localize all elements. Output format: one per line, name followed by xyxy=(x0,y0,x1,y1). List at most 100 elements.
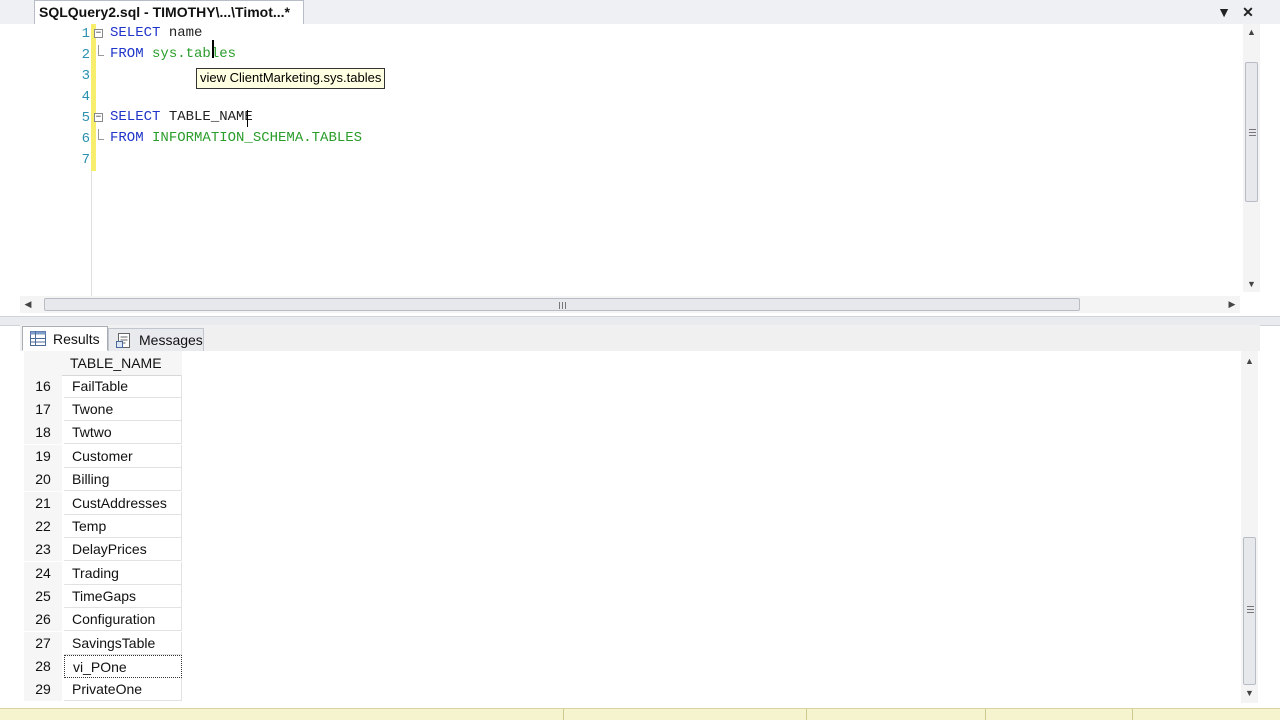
row-number[interactable]: 19 xyxy=(24,445,62,468)
grid-icon xyxy=(30,331,46,346)
row-number[interactable]: 16 xyxy=(24,375,62,398)
line-number: 7 xyxy=(81,152,90,168)
table-cell[interactable]: Temp xyxy=(64,515,182,538)
change-marker xyxy=(91,45,96,66)
table-row[interactable]: 18 Twtwo xyxy=(24,421,182,444)
row-number[interactable]: 27 xyxy=(24,632,62,655)
scroll-left-icon[interactable]: ◀ xyxy=(20,296,36,313)
scroll-thumb[interactable] xyxy=(1243,537,1256,685)
status-divider xyxy=(1132,709,1133,720)
messages-icon xyxy=(116,333,130,348)
column-header-label: TABLE_NAME xyxy=(70,355,162,371)
table-row[interactable]: 27 SavingsTable xyxy=(24,632,182,655)
table-cell-selected[interactable]: vi_POne xyxy=(64,655,182,678)
row-number[interactable]: 24 xyxy=(24,562,62,585)
table-row[interactable]: 25 TimeGaps xyxy=(24,585,182,608)
status-divider xyxy=(806,709,807,720)
table-cell[interactable]: SavingsTable xyxy=(64,632,182,655)
close-icon[interactable]: ✕ xyxy=(1238,2,1258,22)
tab-list-dropdown-icon[interactable]: ▼ xyxy=(1214,2,1234,22)
code-line: 2 FROM sys.tables xyxy=(0,45,1240,66)
row-number[interactable]: 17 xyxy=(24,398,62,421)
grip-line xyxy=(1249,129,1256,130)
column-header[interactable]: TABLE_NAME xyxy=(24,351,182,376)
fold-guide xyxy=(98,45,99,55)
tab-label: Messages xyxy=(139,332,203,348)
row-number[interactable]: 18 xyxy=(24,421,62,444)
results-vertical-scrollbar[interactable]: ▲ ▼ xyxy=(1241,351,1258,703)
code-line: 6 FROM INFORMATION_SCHEMA.TABLES xyxy=(0,129,1240,150)
scroll-thumb[interactable] xyxy=(1245,62,1258,202)
table-row[interactable]: 26 Configuration xyxy=(24,608,182,631)
table-row[interactable]: 17 Twone xyxy=(24,398,182,421)
row-number[interactable]: 20 xyxy=(24,468,62,491)
results-grid[interactable]: TABLE_NAME 16 FailTable 17 Twone 18 Twtw… xyxy=(20,351,1260,703)
table-cell[interactable]: CustAddresses xyxy=(64,492,182,515)
table-row[interactable]: 22 Temp xyxy=(24,515,182,538)
collapse-icon[interactable]: − xyxy=(94,113,103,122)
sql-keyword: SELECT xyxy=(110,109,161,125)
results-tab-strip: Results Messages xyxy=(20,325,1260,352)
table-row[interactable]: 28 vi_POne xyxy=(24,655,182,678)
table-row[interactable]: 20 Billing xyxy=(24,468,182,491)
status-divider xyxy=(985,709,986,720)
tab-results[interactable]: Results xyxy=(22,326,108,351)
table-row[interactable]: 29 PrivateOne xyxy=(24,678,182,701)
object-tooltip: view ClientMarketing.sys.tables xyxy=(196,68,386,89)
table-row[interactable]: 19 Customer xyxy=(24,445,182,468)
table-cell[interactable]: TimeGaps xyxy=(64,585,182,608)
table-cell[interactable]: DelayPrices xyxy=(64,538,182,561)
row-number[interactable]: 23 xyxy=(24,538,62,561)
table-cell[interactable]: Customer xyxy=(64,445,182,468)
sql-system-object: INFORMATION_SCHEMA.TABLES xyxy=(143,130,363,146)
table-row[interactable]: 23 DelayPrices xyxy=(24,538,182,561)
row-number[interactable]: 22 xyxy=(24,515,62,538)
editor-horizontal-scrollbar[interactable]: ◀ ▶ xyxy=(20,296,1240,313)
row-number[interactable]: 26 xyxy=(24,608,62,631)
scroll-up-icon[interactable]: ▲ xyxy=(1243,24,1260,40)
scroll-thumb[interactable] xyxy=(44,298,1080,311)
table-cell[interactable]: Twtwo xyxy=(64,421,182,444)
sql-keyword: FROM xyxy=(110,130,144,146)
document-tab-strip: SQLQuery2.sql - TIMOTHY\...\Timot...* ▼ … xyxy=(0,0,1280,25)
scroll-down-icon[interactable]: ▼ xyxy=(1241,685,1258,701)
table-cell[interactable]: FailTable xyxy=(64,375,182,398)
table-cell[interactable]: Twone xyxy=(64,398,182,421)
row-number[interactable]: 29 xyxy=(24,678,62,701)
row-number[interactable]: 28 xyxy=(24,655,62,678)
scroll-up-icon[interactable]: ▲ xyxy=(1241,353,1258,369)
document-tab-title: SQLQuery2.sql - TIMOTHY\...\Timot...* xyxy=(39,4,290,20)
mouse-ibeam-cursor-icon xyxy=(212,40,214,58)
change-marker xyxy=(91,87,96,108)
scroll-right-icon[interactable]: ▶ xyxy=(1224,296,1240,313)
table-cell[interactable]: Trading xyxy=(64,562,182,585)
table-row[interactable]: 16 FailTable xyxy=(24,375,182,398)
table-row[interactable]: 24 Trading xyxy=(24,562,182,585)
code-text: SELECT TABLE_NAME xyxy=(110,109,253,125)
query-editor[interactable]: 1 − SELECT name 2 FROM sys.tables 3 4 5 … xyxy=(0,24,1280,316)
editor-vertical-scrollbar[interactable]: ▲ ▼ xyxy=(1243,24,1260,292)
change-marker xyxy=(91,150,96,171)
line-number: 1 xyxy=(81,26,90,42)
table-row[interactable]: 21 CustAddresses xyxy=(24,492,182,515)
table-cell[interactable]: PrivateOne xyxy=(64,678,182,701)
scroll-down-icon[interactable]: ▼ xyxy=(1243,276,1260,292)
row-number[interactable]: 21 xyxy=(24,492,62,515)
tab-messages[interactable]: Messages xyxy=(108,328,204,351)
ssms-query-window: SQLQuery2.sql - TIMOTHY\...\Timot...* ▼ … xyxy=(0,0,1280,720)
code-line: 5 − SELECT TABLE_NAME xyxy=(0,108,1240,129)
code-text: SELECT name xyxy=(110,25,202,41)
grip-line xyxy=(1247,606,1254,607)
grip-line xyxy=(1247,612,1254,613)
sql-system-object: sys.tables xyxy=(143,46,237,62)
fold-guide-end xyxy=(98,55,104,56)
table-cell[interactable]: Billing xyxy=(64,468,182,491)
row-number[interactable]: 25 xyxy=(24,585,62,608)
grip-line xyxy=(1247,609,1254,610)
sql-text: TABLE_NAME xyxy=(160,109,253,125)
collapse-icon[interactable]: − xyxy=(94,29,103,38)
document-tab[interactable]: SQLQuery2.sql - TIMOTHY\...\Timot...* xyxy=(34,0,304,24)
sql-text: name xyxy=(160,25,203,41)
table-cell[interactable]: Configuration xyxy=(64,608,182,631)
change-marker xyxy=(91,66,96,87)
